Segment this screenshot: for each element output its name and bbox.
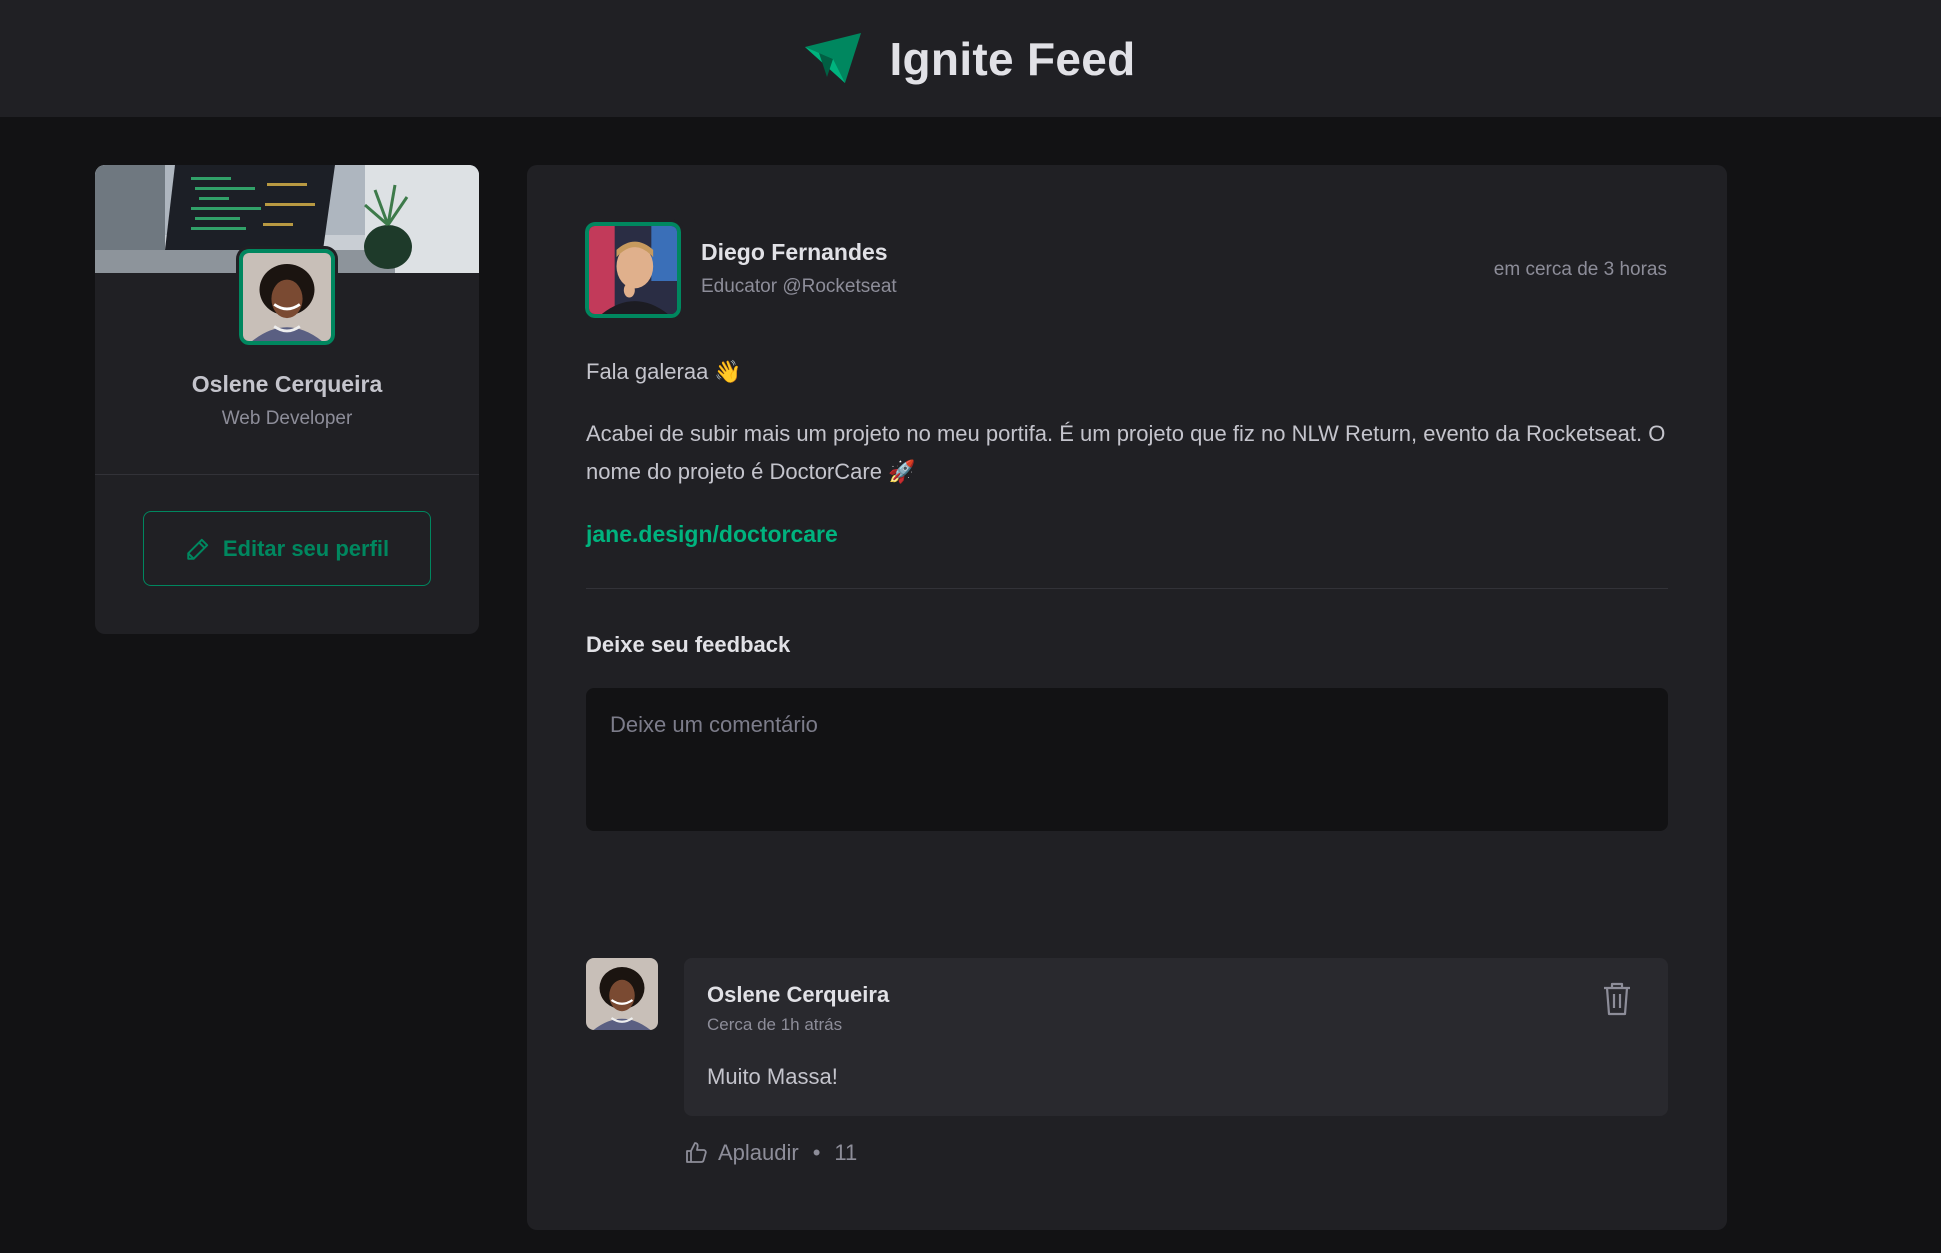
post-author-role: Educator @Rocketseat	[701, 276, 897, 297]
comment-avatar[interactable]	[586, 958, 658, 1030]
profile-role: Web Developer	[221, 408, 353, 429]
post-card: Diego Fernandes Educator @Rocketseat em …	[527, 165, 1727, 1230]
comment-input[interactable]	[586, 688, 1668, 831]
post-link[interactable]: jane.design/doctorcare	[586, 515, 838, 553]
pencil-icon	[187, 538, 209, 560]
comment-card: Oslene Cerqueira Cerca de 1h atrás Muito…	[684, 958, 1668, 1116]
post-timestamp: em cerca de 3 horas	[1493, 259, 1667, 280]
applaud-count: 11	[834, 1140, 858, 1165]
post-author-avatar[interactable]	[582, 219, 684, 321]
post-paragraph: Fala galeraa 👋	[586, 359, 742, 384]
post-author-name[interactable]: Diego Fernandes	[701, 239, 888, 266]
edit-profile-button[interactable]: Editar seu perfil	[143, 511, 431, 586]
paper-plane-logo-icon	[805, 32, 862, 83]
applaud-button[interactable]: Aplaudir • 11	[684, 1140, 857, 1166]
profile-name: Oslene Cerqueira	[191, 371, 383, 397]
comment-timestamp: Cerca de 1h atrás	[707, 1015, 843, 1034]
applaud-separator: •	[812, 1140, 821, 1165]
app-header: Ignite Feed	[0, 0, 1941, 117]
profile-sidebar: Oslene Cerqueira Web Developer Editar se…	[95, 165, 479, 634]
avatar-image	[243, 253, 331, 341]
thumbs-up-icon	[686, 1142, 707, 1163]
author-avatar-image	[589, 226, 677, 314]
brand-title: Ignite Feed	[889, 32, 1136, 85]
applaud-label: Aplaudir	[718, 1140, 799, 1165]
avatar[interactable]	[236, 246, 338, 348]
divider	[586, 588, 1668, 589]
comment-text: Muito Massa!	[707, 1064, 838, 1089]
feedback-title: Deixe seu feedback	[586, 632, 791, 657]
comment-avatar-image	[586, 958, 658, 1030]
edit-profile-label: Editar seu perfil	[222, 535, 390, 561]
post-paragraph: Acabei de subir mais um projeto no meu p…	[586, 421, 1666, 484]
trash-icon[interactable]	[1602, 982, 1632, 1016]
divider	[95, 474, 479, 475]
comment-author: Oslene Cerqueira	[707, 982, 890, 1007]
